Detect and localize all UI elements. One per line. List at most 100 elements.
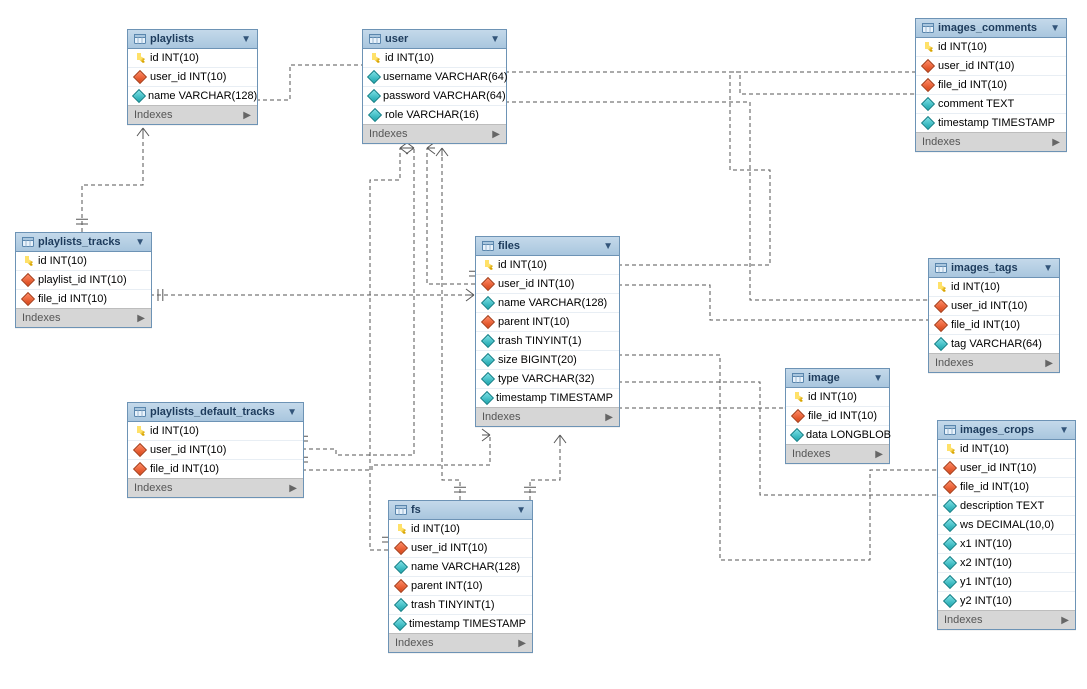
- column-row[interactable]: parent INT(10): [476, 313, 619, 332]
- entity-title[interactable]: files▼: [476, 237, 619, 256]
- entity-user[interactable]: user▼id INT(10)username VARCHAR(64)passw…: [362, 29, 507, 144]
- entity-title[interactable]: images_tags▼: [929, 259, 1059, 278]
- indexes-section[interactable]: Indexes▶: [128, 105, 257, 124]
- column-row[interactable]: user_id INT(10): [916, 57, 1066, 76]
- column-row[interactable]: name VARCHAR(128): [476, 294, 619, 313]
- column-row[interactable]: user_id INT(10): [128, 68, 257, 87]
- column-row[interactable]: id INT(10): [929, 278, 1059, 297]
- expand-arrow-icon[interactable]: ▶: [1061, 615, 1069, 626]
- column-row[interactable]: x1 INT(10): [938, 535, 1075, 554]
- column-row[interactable]: y2 INT(10): [938, 592, 1075, 610]
- collapse-arrow-icon[interactable]: ▼: [241, 34, 251, 45]
- column-row[interactable]: user_id INT(10): [938, 459, 1075, 478]
- collapse-arrow-icon[interactable]: ▼: [135, 237, 145, 248]
- entity-title[interactable]: images_crops▼: [938, 421, 1075, 440]
- entity-images-crops[interactable]: images_crops▼id INT(10)user_id INT(10)fi…: [937, 420, 1076, 630]
- indexes-section[interactable]: Indexes▶: [16, 308, 151, 327]
- column-row[interactable]: trash TINYINT(1): [476, 332, 619, 351]
- column-row[interactable]: user_id INT(10): [476, 275, 619, 294]
- indexes-section[interactable]: Indexes▶: [363, 124, 506, 143]
- column-row[interactable]: file_id INT(10): [929, 316, 1059, 335]
- entity-title[interactable]: playlists_default_tracks▼: [128, 403, 303, 422]
- entity-title[interactable]: playlists_tracks▼: [16, 233, 151, 252]
- column-row[interactable]: ws DECIMAL(10,0): [938, 516, 1075, 535]
- collapse-arrow-icon[interactable]: ▼: [287, 407, 297, 418]
- column-row[interactable]: timestamp TIMESTAMP: [389, 615, 532, 633]
- expand-arrow-icon[interactable]: ▶: [875, 449, 883, 460]
- indexes-section[interactable]: Indexes▶: [389, 633, 532, 652]
- entity-images-comments[interactable]: images_comments▼id INT(10)user_id INT(10…: [915, 18, 1067, 152]
- indexes-section[interactable]: Indexes▶: [938, 610, 1075, 629]
- entity-images-tags[interactable]: images_tags▼id INT(10)user_id INT(10)fil…: [928, 258, 1060, 373]
- entity-playlists-default-tracks[interactable]: playlists_default_tracks▼id INT(10)user_…: [127, 402, 304, 498]
- column-row[interactable]: user_id INT(10): [128, 441, 303, 460]
- column-row[interactable]: id INT(10): [786, 388, 889, 407]
- indexes-section[interactable]: Indexes▶: [476, 407, 619, 426]
- column-row[interactable]: type VARCHAR(32): [476, 370, 619, 389]
- column-row[interactable]: password VARCHAR(64): [363, 87, 506, 106]
- column-row[interactable]: file_id INT(10): [786, 407, 889, 426]
- entity-title[interactable]: user▼: [363, 30, 506, 49]
- entity-image[interactable]: image▼id INT(10)file_id INT(10)data LONG…: [785, 368, 890, 464]
- collapse-arrow-icon[interactable]: ▼: [490, 34, 500, 45]
- collapse-arrow-icon[interactable]: ▼: [873, 373, 883, 384]
- collapse-arrow-icon[interactable]: ▼: [516, 505, 526, 516]
- expand-arrow-icon[interactable]: ▶: [518, 638, 526, 649]
- column-row[interactable]: id INT(10): [16, 252, 151, 271]
- indexes-section[interactable]: Indexes▶: [128, 478, 303, 497]
- entity-playlists-tracks[interactable]: playlists_tracks▼id INT(10)playlist_id I…: [15, 232, 152, 328]
- column-row[interactable]: parent INT(10): [389, 577, 532, 596]
- expand-arrow-icon[interactable]: ▶: [1045, 358, 1053, 369]
- column-row[interactable]: file_id INT(10): [916, 76, 1066, 95]
- cardinality-one-icon: [454, 487, 466, 492]
- column-row[interactable]: id INT(10): [363, 49, 506, 68]
- column-row[interactable]: timestamp TIMESTAMP: [476, 389, 619, 407]
- column-row[interactable]: id INT(10): [128, 49, 257, 68]
- expand-arrow-icon[interactable]: ▶: [605, 412, 613, 423]
- column-row[interactable]: id INT(10): [476, 256, 619, 275]
- entity-title[interactable]: image▼: [786, 369, 889, 388]
- expand-arrow-icon[interactable]: ▶: [289, 483, 297, 494]
- column-row[interactable]: y1 INT(10): [938, 573, 1075, 592]
- entity-title[interactable]: images_comments▼: [916, 19, 1066, 38]
- expand-arrow-icon[interactable]: ▶: [137, 313, 145, 324]
- column-row[interactable]: description TEXT: [938, 497, 1075, 516]
- expand-arrow-icon[interactable]: ▶: [243, 110, 251, 121]
- expand-arrow-icon[interactable]: ▶: [1052, 137, 1060, 148]
- collapse-arrow-icon[interactable]: ▼: [1050, 23, 1060, 34]
- entity-title[interactable]: fs▼: [389, 501, 532, 520]
- column-label: comment TEXT: [938, 98, 1014, 110]
- column-row[interactable]: tag VARCHAR(64): [929, 335, 1059, 353]
- column-row[interactable]: user_id INT(10): [389, 539, 532, 558]
- entity-fs[interactable]: fs▼id INT(10)user_id INT(10)name VARCHAR…: [388, 500, 533, 653]
- column-row[interactable]: username VARCHAR(64): [363, 68, 506, 87]
- column-row[interactable]: user_id INT(10): [929, 297, 1059, 316]
- column-row[interactable]: file_id INT(10): [16, 290, 151, 308]
- column-row[interactable]: name VARCHAR(128): [389, 558, 532, 577]
- column-row[interactable]: id INT(10): [389, 520, 532, 539]
- column-row[interactable]: role VARCHAR(16): [363, 106, 506, 124]
- column-row[interactable]: file_id INT(10): [938, 478, 1075, 497]
- column-row[interactable]: id INT(10): [916, 38, 1066, 57]
- collapse-arrow-icon[interactable]: ▼: [1043, 263, 1053, 274]
- indexes-section[interactable]: Indexes▶: [929, 353, 1059, 372]
- collapse-arrow-icon[interactable]: ▼: [603, 241, 613, 252]
- column-row[interactable]: timestamp TIMESTAMP: [916, 114, 1066, 132]
- column-row[interactable]: comment TEXT: [916, 95, 1066, 114]
- column-row[interactable]: id INT(10): [128, 422, 303, 441]
- collapse-arrow-icon[interactable]: ▼: [1059, 425, 1069, 436]
- indexes-section[interactable]: Indexes▶: [786, 444, 889, 463]
- column-row[interactable]: trash TINYINT(1): [389, 596, 532, 615]
- column-row[interactable]: file_id INT(10): [128, 460, 303, 478]
- indexes-section[interactable]: Indexes▶: [916, 132, 1066, 151]
- column-row[interactable]: name VARCHAR(128): [128, 87, 257, 105]
- entity-files[interactable]: files▼id INT(10)user_id INT(10)name VARC…: [475, 236, 620, 427]
- column-row[interactable]: x2 INT(10): [938, 554, 1075, 573]
- column-row[interactable]: size BIGINT(20): [476, 351, 619, 370]
- column-row[interactable]: data LONGBLOB: [786, 426, 889, 444]
- entity-title[interactable]: playlists▼: [128, 30, 257, 49]
- expand-arrow-icon[interactable]: ▶: [492, 129, 500, 140]
- entity-playlists[interactable]: playlists▼id INT(10)user_id INT(10)name …: [127, 29, 258, 125]
- column-row[interactable]: id INT(10): [938, 440, 1075, 459]
- column-row[interactable]: playlist_id INT(10): [16, 271, 151, 290]
